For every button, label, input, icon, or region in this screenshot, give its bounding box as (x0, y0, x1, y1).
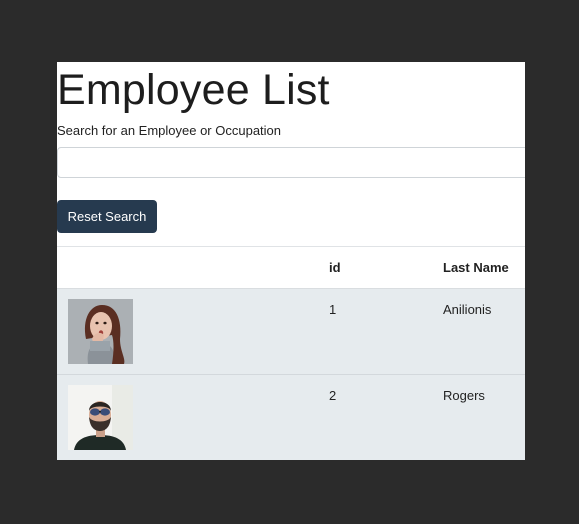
search-label: Search for an Employee or Occupation (57, 123, 282, 138)
column-header-id[interactable]: id (329, 247, 443, 289)
table-header-row: id Last Name (57, 246, 525, 289)
employee-photo (68, 385, 133, 450)
reset-search-button[interactable]: Reset Search (57, 200, 157, 233)
search-input[interactable] (57, 147, 525, 178)
employee-last-name-cell: Anilionis (443, 302, 492, 317)
employee-photo (68, 299, 133, 364)
browser-viewport: Employee List Search for an Employee or … (57, 62, 525, 460)
page-title: Employee List (57, 66, 330, 114)
table-row: 1 Anilionis (57, 288, 525, 375)
employee-table: id Last Name 1 Anilionis 2 Rogers (57, 246, 525, 460)
column-header-image (57, 247, 329, 289)
employee-image-cell (57, 375, 329, 461)
employee-image-cell (57, 289, 329, 375)
employee-id-cell: 2 (329, 388, 337, 403)
table-row: 2 Rogers (57, 374, 525, 461)
employee-id-cell: 1 (329, 302, 337, 317)
employee-last-name-cell: Rogers (443, 388, 485, 403)
column-header-last-name[interactable]: Last Name (443, 247, 525, 289)
